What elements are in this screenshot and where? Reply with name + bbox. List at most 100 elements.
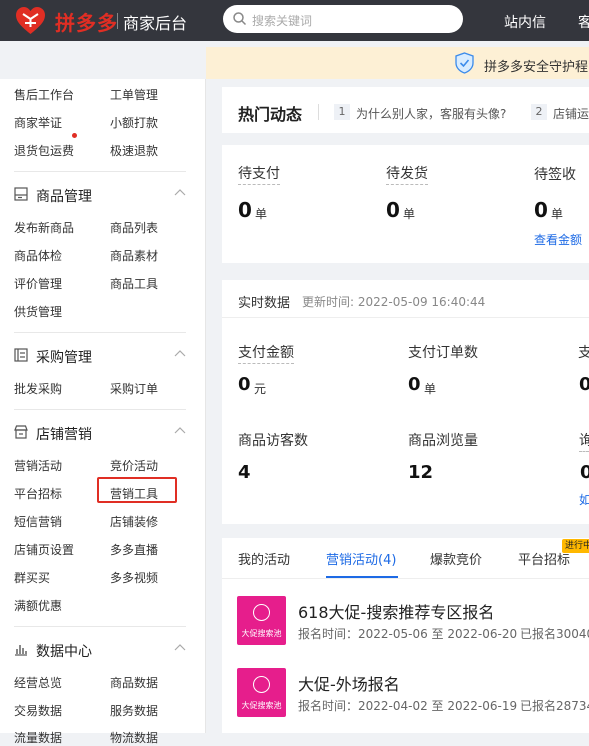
realtime-data-title: 实时数据: [238, 296, 291, 311]
sidebar-item-marketing-tools[interactable]: 营销工具: [110, 485, 158, 502]
brand-subtitle: 商家后台: [123, 14, 188, 33]
sidebar-item-after-sales-workbench[interactable]: 售后工作台: [14, 86, 74, 103]
sidebar-item-duoduo-live[interactable]: 多多直播: [110, 541, 158, 558]
sidebar-item-group-buy[interactable]: 群买买: [14, 569, 50, 586]
section-title-purchase-management[interactable]: 采购管理: [36, 347, 92, 367]
payment-orders-label[interactable]: 支付订单数: [408, 342, 478, 362]
pending-shipment-label[interactable]: 待发货: [386, 163, 428, 185]
question-number: 1: [334, 104, 350, 120]
shield-icon: [455, 52, 474, 74]
how-to-link[interactable]: 如何: [579, 491, 589, 508]
sidebar-item-express-refund[interactable]: 极速退款: [110, 142, 158, 159]
sidebar-item-bidding-activities[interactable]: 竞价活动: [110, 457, 158, 474]
tab-my-activities[interactable]: 我的活动: [238, 549, 290, 568]
customer-service-link[interactable]: 客服: [578, 12, 589, 32]
search-box[interactable]: 搜索关键词: [223, 5, 463, 33]
payment-amount-value: 0: [238, 374, 251, 395]
sidebar-item-return-shipping[interactable]: 退货包运费: [14, 142, 74, 159]
chevron-up-icon[interactable]: [174, 188, 186, 196]
sidebar-item-review-management[interactable]: 评价管理: [14, 275, 62, 292]
tab-divider: [222, 578, 589, 579]
payment-amount-label[interactable]: 支付金额: [238, 342, 294, 364]
product-views-value: 12: [408, 462, 434, 483]
sidebar-item-duoduo-video[interactable]: 多多视频: [110, 569, 158, 586]
product-visitors-label[interactable]: 商品访客数: [238, 430, 308, 450]
pinduoduo-logo-icon[interactable]: [14, 5, 47, 36]
pending-receipt-value[interactable]: 0: [534, 198, 548, 222]
sidebar-item-product-list[interactable]: 商品列表: [110, 219, 158, 236]
sidebar-item-traffic-data[interactable]: 流量数据: [14, 729, 62, 746]
search-input[interactable]: 搜索关键词: [252, 12, 312, 29]
hot-question-link[interactable]: 店铺运营: [553, 105, 589, 122]
sidebar-item-platform-tenders[interactable]: 平台招标: [14, 485, 62, 502]
sidebar-item-sms-marketing[interactable]: 短信营销: [14, 513, 62, 530]
pending-payment-label[interactable]: 待支付: [238, 163, 280, 185]
sidebar-divider: [14, 171, 186, 172]
question-number: 2: [531, 104, 547, 120]
sidebar-item-small-payment[interactable]: 小额打款: [110, 114, 158, 131]
tab-hot-bidding[interactable]: 爆款竞价: [430, 549, 482, 568]
tab-marketing-activities[interactable]: 营销活动(4): [326, 549, 396, 568]
sidebar-divider: [14, 332, 186, 333]
thumbnail-label: 大促搜索池: [241, 701, 282, 710]
sidebar-item-wholesale-purchase[interactable]: 批发采购: [14, 380, 62, 397]
chevron-up-icon[interactable]: [174, 349, 186, 357]
pending-payment-unit: 单: [255, 207, 268, 221]
pending-receipt-label[interactable]: 待签收: [534, 164, 576, 184]
activity-time: 报名时间：2022-04-02 至 2022-06-19: [298, 699, 518, 713]
activity-thumbnail[interactable]: 大促搜索池: [237, 596, 286, 645]
product-views-label[interactable]: 商品浏览量: [408, 430, 478, 450]
section-title-store-marketing[interactable]: 店铺营销: [36, 424, 92, 444]
sidebar-item-store-decoration[interactable]: 店铺装修: [110, 513, 158, 530]
sidebar-item-service-data[interactable]: 服务数据: [110, 702, 158, 719]
activity-title[interactable]: 大促-外场报名: [298, 671, 400, 695]
sidebar-item-supply-management[interactable]: 供货管理: [14, 303, 62, 320]
search-icon: [233, 12, 247, 26]
product-box-icon: [14, 187, 28, 201]
sidebar-item-publish-product[interactable]: 发布新商品: [14, 219, 74, 236]
hot-news-title: 热门动态: [238, 105, 303, 124]
activity-signup-count: 已报名28734: [520, 699, 589, 713]
chevron-up-icon[interactable]: [174, 643, 186, 651]
sidebar-item-product-data[interactable]: 商品数据: [110, 674, 158, 691]
sidebar-item-logistics-data[interactable]: 物流数据: [110, 729, 158, 746]
sidebar-item-store-page-settings[interactable]: 店铺页设置: [14, 541, 74, 558]
pending-payment-value[interactable]: 0: [238, 198, 252, 222]
sidebar-item-full-discount[interactable]: 满额优惠: [14, 597, 62, 614]
payment-buyers-value: 0: [579, 374, 589, 395]
product-visitors-value: 4: [238, 462, 251, 483]
sidebar-item-product-checkup[interactable]: 商品体检: [14, 247, 62, 264]
sidebar-item-ticket-management[interactable]: 工单管理: [110, 86, 158, 103]
activity-title[interactable]: 618大促-搜索推荐专区报名: [298, 599, 494, 623]
card-divider: [222, 317, 589, 318]
pending-shipment-value[interactable]: 0: [386, 198, 400, 222]
activity-thumbnail[interactable]: 大促搜索池: [237, 668, 286, 717]
sidebar: [0, 79, 206, 733]
star-badge-icon: [253, 604, 270, 621]
chevron-up-icon[interactable]: [174, 426, 186, 434]
hot-question-link[interactable]: 为什么别人家，客服有头像?: [356, 105, 506, 122]
sidebar-item-product-tools[interactable]: 商品工具: [110, 275, 158, 292]
sidebar-item-merchant-evidence[interactable]: 商家举证: [14, 114, 62, 131]
section-title-product-management[interactable]: 商品管理: [36, 186, 92, 206]
star-badge-icon: [253, 676, 270, 693]
activity-time: 报名时间：2022-05-06 至 2022-06-20: [298, 627, 518, 641]
brand-name[interactable]: 拼多多: [55, 7, 118, 36]
inbox-link[interactable]: 站内信: [504, 12, 546, 32]
sidebar-item-product-materials[interactable]: 商品素材: [110, 247, 158, 264]
sidebar-item-marketing-activities[interactable]: 营销活动: [14, 457, 62, 474]
payment-orders-unit: 单: [424, 382, 437, 396]
bar-chart-icon: [15, 645, 27, 656]
pending-shipment-unit: 单: [403, 207, 416, 221]
sidebar-divider: [14, 409, 186, 410]
updated-time: 更新时间: 2022-05-09 16:40:44: [302, 295, 486, 309]
sidebar-border: [205, 79, 206, 733]
view-amount-link[interactable]: 查看金额: [534, 231, 582, 248]
security-notice-text[interactable]: 拼多多安全守护程: [484, 56, 588, 75]
sidebar-item-business-overview[interactable]: 经营总览: [14, 674, 62, 691]
section-title-data-center[interactable]: 数据中心: [36, 641, 92, 661]
inquiry-label[interactable]: 询单: [579, 430, 589, 452]
sidebar-item-purchase-orders[interactable]: 采购订单: [110, 380, 158, 397]
sidebar-item-transaction-data[interactable]: 交易数据: [14, 702, 62, 719]
payment-buyers-label[interactable]: 支付: [578, 342, 589, 362]
